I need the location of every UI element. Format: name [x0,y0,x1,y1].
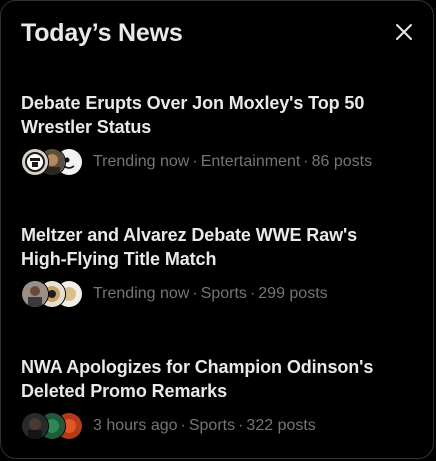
separator: · [192,285,198,302]
news-headline-line: Meltzer and Alvarez Debate WWE Raw's [21,225,358,245]
panel-header: Today’s News [21,17,421,53]
news-headline: Meltzer and Alvarez Debate WWE Raw's Hig… [21,223,417,271]
news-post-count: 86 posts [311,153,373,170]
news-post-count: 322 posts [246,417,316,434]
separator: · [303,153,309,170]
news-item[interactable]: NWA Apologizes for Champion Odinson's De… [21,355,417,440]
news-headline-line: High-Flying Title Match [21,249,217,269]
close-button[interactable] [387,17,421,51]
todays-news-panel: Today’s News Debate Erupts Over Jon Moxl… [0,0,434,459]
avatar [21,412,49,440]
separator: · [180,417,186,434]
avatar-group [21,412,83,440]
avatar [21,148,49,176]
news-meta-text: Trending now · Sports · 299 posts [93,285,328,303]
news-headline: NWA Apologizes for Champion Odinson's De… [21,355,417,403]
news-category: Sports [188,417,236,434]
close-icon [395,23,413,46]
news-headline-line: Deleted Promo Remarks [21,381,227,401]
news-item[interactable]: Debate Erupts Over Jon Moxley's Top 50 W… [21,91,417,176]
news-item[interactable]: Meltzer and Alvarez Debate WWE Raw's Hig… [21,223,417,308]
news-headline-line: Wrestler Status [21,117,152,137]
news-category: Sports [200,285,247,302]
news-meta: Trending now · Sports · 299 posts [21,280,417,308]
news-category: Entertainment [200,153,301,170]
news-post-count: 299 posts [258,285,328,302]
separator: · [192,153,198,170]
avatar [21,280,49,308]
separator: · [238,417,244,434]
news-meta: Trending now · Entertainment · 86 posts [21,148,417,176]
news-time: Trending now [93,153,190,170]
news-time: Trending now [93,285,190,302]
news-time: 3 hours ago [93,417,178,434]
news-headline: Debate Erupts Over Jon Moxley's Top 50 W… [21,91,417,139]
separator: · [249,285,256,302]
avatar-group [21,148,83,176]
avatar-group [21,280,83,308]
news-headline-line: NWA Apologizes for Champion Odinson's [21,357,374,377]
panel-title: Today’s News [21,19,183,47]
news-meta-text: 3 hours ago · Sports · 322 posts [93,417,316,435]
news-meta: 3 hours ago · Sports · 322 posts [21,412,417,440]
news-headline-line: Debate Erupts Over Jon Moxley's Top 50 [21,93,365,113]
news-meta-text: Trending now · Entertainment · 86 posts [93,153,372,171]
